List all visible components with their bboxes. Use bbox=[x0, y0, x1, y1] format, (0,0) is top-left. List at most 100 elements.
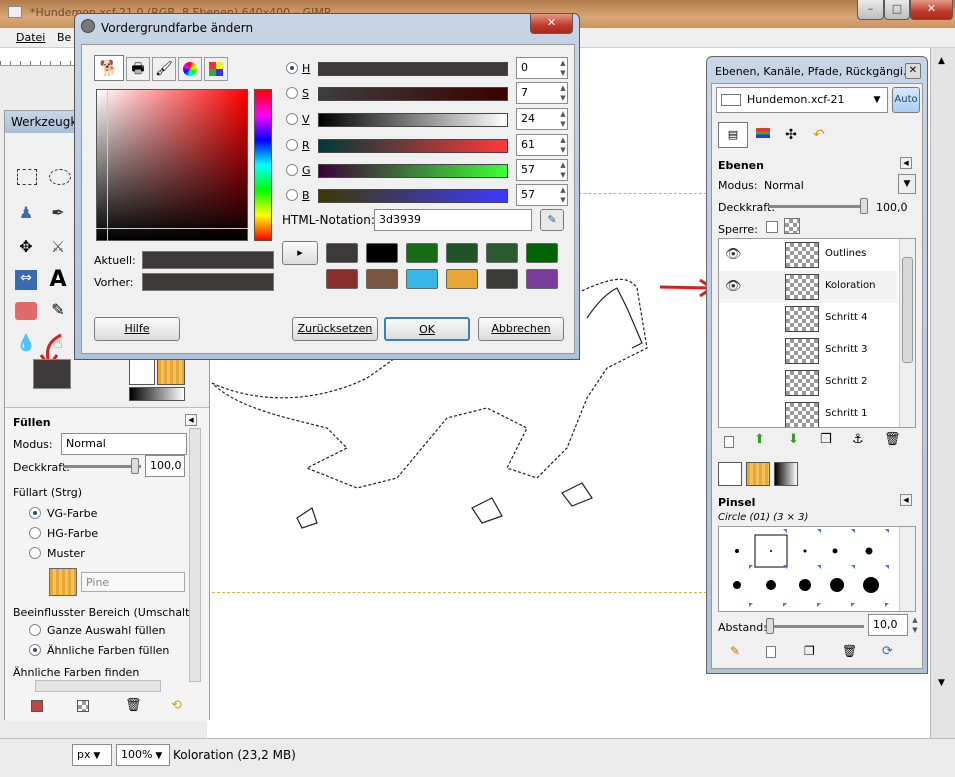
brush-previews[interactable] bbox=[719, 527, 899, 611]
foreground-color-swatch[interactable] bbox=[33, 359, 71, 389]
add-to-history-button[interactable]: ▸ bbox=[282, 241, 318, 265]
scroll-up-icon[interactable]: ▲ bbox=[938, 56, 945, 66]
spacing-handle[interactable] bbox=[766, 618, 774, 634]
layer-opacity-slider[interactable] bbox=[768, 205, 868, 208]
channel-spin-s[interactable]: ▲ ▼ bbox=[558, 83, 568, 105]
channel-spin-b[interactable]: ▲ ▼ bbox=[558, 185, 568, 207]
options-hscrollbar[interactable] bbox=[35, 680, 161, 692]
patterns-tab-icon[interactable] bbox=[746, 462, 770, 486]
layer-row[interactable]: Schritt 3 bbox=[719, 335, 897, 367]
reset-button[interactable]: Zurücksetzen bbox=[292, 317, 378, 341]
wheel-selector-tab-icon[interactable] bbox=[178, 57, 202, 81]
maximize-button[interactable]: □ bbox=[884, 0, 910, 20]
gradients-tab-icon[interactable] bbox=[774, 462, 798, 486]
layer-mode-dropdown-icon[interactable]: ▼ bbox=[898, 174, 916, 194]
fill-opacity-input[interactable]: 100,0 bbox=[145, 455, 185, 477]
history-swatch[interactable] bbox=[486, 243, 518, 263]
edit-brush-icon[interactable]: ✎ bbox=[730, 644, 740, 658]
channel-radio-g[interactable] bbox=[286, 164, 298, 176]
layers-tab-icon[interactable]: ▤ bbox=[718, 122, 748, 148]
brush-grid-scrollbar[interactable] bbox=[899, 527, 915, 611]
history-swatch[interactable] bbox=[486, 269, 518, 289]
new-brush-icon[interactable] bbox=[766, 646, 776, 658]
hue-strip[interactable] bbox=[254, 89, 272, 241]
previous-color-swatch[interactable] bbox=[142, 273, 274, 291]
layer-opacity-handle[interactable] bbox=[860, 198, 868, 214]
flip-icon[interactable]: ⇔ bbox=[15, 270, 37, 290]
channel-slider-r[interactable] bbox=[318, 139, 508, 153]
channels-tab-icon[interactable] bbox=[750, 124, 776, 148]
channel-spin-g[interactable]: ▲ ▼ bbox=[558, 160, 568, 182]
raise-layer-icon[interactable]: ⬆ bbox=[754, 432, 765, 447]
channel-spin-v[interactable]: ▲ ▼ bbox=[558, 109, 568, 131]
close-button[interactable]: ✕ bbox=[910, 0, 953, 20]
lock-alpha-icon[interactable] bbox=[784, 218, 800, 234]
restore-options-icon[interactable] bbox=[77, 700, 89, 712]
fill-opacity-handle[interactable] bbox=[131, 458, 139, 474]
fill-mode-select[interactable]: Normal bbox=[61, 433, 187, 455]
channel-radio-b[interactable] bbox=[286, 189, 298, 201]
channel-radio-h[interactable] bbox=[286, 62, 298, 74]
channel-radio-v[interactable] bbox=[286, 113, 298, 125]
crop-icon[interactable]: ⚔ bbox=[47, 237, 69, 257]
unit-select[interactable]: px ▼ bbox=[72, 744, 112, 766]
menu-bearbeiten[interactable]: Be bbox=[57, 31, 71, 44]
layer-row[interactable]: 👁 Outlines bbox=[719, 239, 897, 271]
paths-tab-icon[interactable]: ✣ bbox=[778, 124, 804, 148]
cancel-button[interactable]: Abbrechen bbox=[478, 317, 564, 341]
saturation-value-field[interactable] bbox=[96, 89, 248, 242]
channel-spin-r[interactable]: ▲ ▼ bbox=[558, 135, 568, 157]
history-swatch[interactable] bbox=[366, 269, 398, 289]
lock-pixels-checkbox[interactable] bbox=[766, 221, 778, 233]
layer-row[interactable]: Schritt 2 bbox=[719, 367, 897, 399]
color-picker-icon[interactable]: ✎ bbox=[47, 300, 69, 320]
channel-radio-r[interactable] bbox=[286, 139, 298, 151]
delete-brush-icon[interactable]: 🗑 bbox=[842, 644, 857, 658]
layer-row[interactable]: Schritt 4 bbox=[719, 303, 897, 335]
layer-opacity-value[interactable]: 100,0 bbox=[876, 201, 908, 214]
anchor-layer-icon[interactable]: ⚓ bbox=[852, 432, 864, 447]
ellipse-select-icon[interactable] bbox=[49, 169, 71, 185]
channel-slider-b[interactable] bbox=[318, 189, 508, 203]
layers-panel-menu-icon[interactable]: ◀ bbox=[900, 157, 912, 169]
zoom-select[interactable]: 100% ▼ bbox=[116, 744, 170, 766]
spacing-input[interactable]: 10,0 bbox=[868, 614, 908, 636]
html-notation-input[interactable]: 3d3939 bbox=[374, 209, 532, 231]
history-swatch[interactable] bbox=[326, 243, 358, 263]
delete-layer-icon[interactable]: 🗑 bbox=[884, 432, 901, 447]
history-swatch[interactable] bbox=[446, 243, 478, 263]
delete-options-icon[interactable]: 🗑 bbox=[125, 698, 142, 713]
history-swatch[interactable] bbox=[326, 269, 358, 289]
spacing-slider[interactable] bbox=[764, 625, 864, 628]
refresh-brushes-icon[interactable]: ⟳ bbox=[882, 644, 893, 659]
history-swatch[interactable] bbox=[526, 269, 558, 289]
auto-button[interactable]: Auto bbox=[892, 87, 920, 113]
duplicate-brush-icon[interactable]: ❐ bbox=[804, 644, 815, 658]
cmyk-selector-tab-icon[interactable]: 🖶 bbox=[126, 57, 150, 81]
layer-row[interactable]: 👁 Koloration bbox=[719, 271, 897, 303]
radio-hg-farbe[interactable] bbox=[29, 527, 41, 539]
radio-similar-colors[interactable] bbox=[29, 644, 41, 656]
help-button[interactable]: Hilfe bbox=[94, 317, 180, 341]
channel-slider-g[interactable] bbox=[318, 164, 508, 178]
watercolor-selector-tab-icon[interactable]: 🖌 bbox=[152, 57, 176, 81]
eye-icon[interactable]: 👁 bbox=[725, 247, 742, 262]
gimp-selector-tab-icon[interactable]: 🐕 bbox=[94, 55, 124, 81]
foreground-select-icon[interactable]: ♟ bbox=[15, 203, 37, 223]
history-swatch[interactable] bbox=[406, 269, 438, 289]
reset-options-icon[interactable]: ⟲ bbox=[171, 698, 182, 713]
blur-icon[interactable]: 💧 bbox=[15, 333, 37, 353]
new-layer-icon[interactable] bbox=[724, 436, 734, 448]
channel-spin-h[interactable]: ▲ ▼ bbox=[558, 58, 568, 80]
layer-row[interactable]: Schritt 1 bbox=[719, 399, 897, 427]
image-select[interactable]: Hundemon.xcf-21 bbox=[716, 87, 888, 113]
history-swatch[interactable] bbox=[406, 243, 438, 263]
channel-slider-v[interactable] bbox=[318, 113, 508, 127]
history-swatch[interactable] bbox=[446, 269, 478, 289]
gradient-preview[interactable] bbox=[129, 387, 185, 401]
eyedropper-icon[interactable]: ✎ bbox=[540, 209, 564, 231]
spacing-spin[interactable]: ▲ ▼ bbox=[910, 615, 920, 637]
eraser-icon[interactable] bbox=[15, 302, 37, 320]
dock-close-icon[interactable]: ✕ bbox=[905, 63, 921, 79]
rect-select-icon[interactable] bbox=[17, 169, 37, 185]
